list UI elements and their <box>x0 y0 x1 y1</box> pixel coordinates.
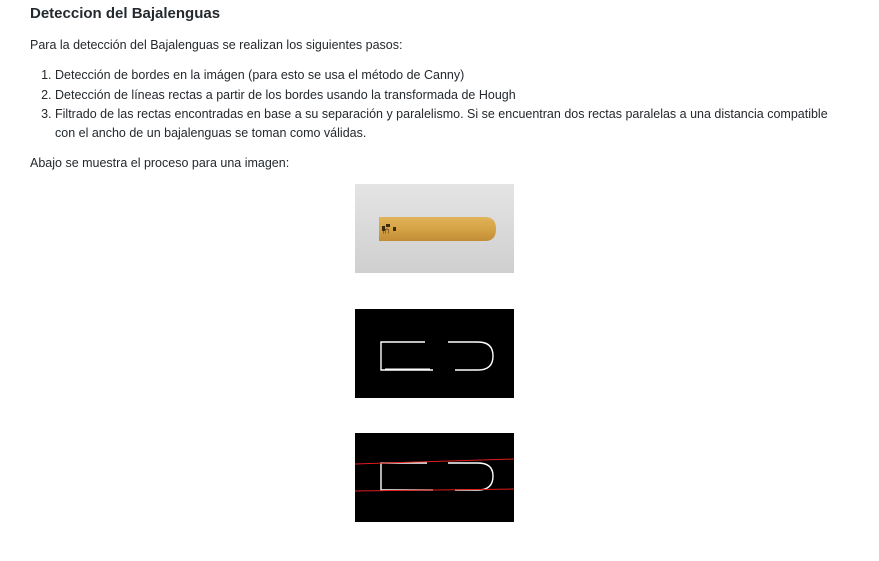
canny-edges-image <box>355 309 514 398</box>
hough-lines-image <box>355 433 514 522</box>
section-title: Deteccion del Bajalenguas <box>30 5 221 22</box>
process-caption: Abajo se muestra el proceso para una ima… <box>30 156 290 170</box>
step-item-3: Filtrado de las rectas encontradas en ba… <box>55 105 850 142</box>
intro-paragraph: Para la detección del Bajalenguas se rea… <box>30 38 403 52</box>
document-content: Deteccion del Bajalenguas Para la detecc… <box>0 0 850 522</box>
step-item-2: Detección de líneas rectas a partir de l… <box>55 86 850 105</box>
original-photo-image: ᗱ <box>355 184 514 273</box>
steps-list: Detección de bordes en la imágen (para e… <box>30 66 850 142</box>
step-item-1: Detección de bordes en la imágen (para e… <box>55 66 850 85</box>
